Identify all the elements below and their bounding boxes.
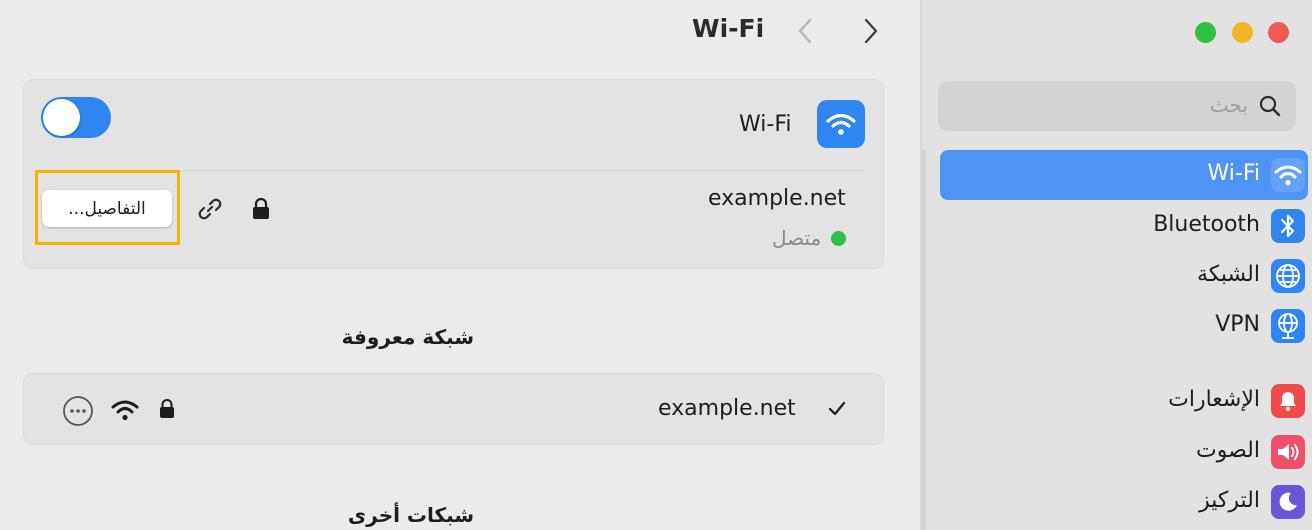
sidebar-item-notifications[interactable]: الإشعارات xyxy=(940,376,1308,426)
forward-button[interactable] xyxy=(858,14,884,48)
moon-icon xyxy=(1271,485,1305,519)
connected-network-name: example.net xyxy=(708,186,846,211)
search-placeholder: بحث xyxy=(1209,93,1248,117)
sidebar-item-label: Wi-Fi xyxy=(1207,161,1261,186)
details-button[interactable]: التفاصيل... xyxy=(42,190,172,227)
wifi-tile-icon xyxy=(817,100,865,148)
connection-status: متصل xyxy=(772,226,847,250)
status-dot-icon xyxy=(831,230,847,246)
page-title: Wi-Fi xyxy=(692,14,765,43)
wifi-toggle[interactable] xyxy=(41,97,111,138)
other-networks-title: شبكات أخرى xyxy=(347,503,474,527)
lock-icon xyxy=(160,399,174,418)
wifi-label: Wi-Fi xyxy=(739,112,792,137)
wifi-card: Wi-Fi التفاصيل... example.net متصل xyxy=(23,79,884,269)
sidebar-item-label: الشبكة xyxy=(1196,262,1260,287)
sidebar: بحث Wi-Fi Bluetooth الشبكة VPN الإشعارات… xyxy=(922,0,1312,530)
bell-icon xyxy=(1271,384,1305,418)
sidebar-item-label: التركيز xyxy=(1199,488,1260,513)
vpn-globe-icon xyxy=(1271,309,1305,343)
back-button[interactable] xyxy=(792,14,818,48)
sidebar-item-label: الصوت xyxy=(1196,438,1260,463)
toggle-knob xyxy=(43,99,80,136)
search-icon xyxy=(1259,95,1281,117)
wifi-signal-icon xyxy=(111,400,139,421)
sidebar-item-label: الإشعارات xyxy=(1168,387,1260,412)
close-button[interactable] xyxy=(1268,22,1289,43)
known-network-name: example.net xyxy=(658,396,796,421)
search-input[interactable]: بحث xyxy=(938,81,1296,131)
sidebar-item-vpn[interactable]: VPN xyxy=(940,301,1308,351)
sidebar-item-label: VPN xyxy=(1215,312,1260,337)
chevron-left-icon xyxy=(798,18,812,44)
sidebar-item-sound[interactable]: الصوت xyxy=(940,427,1308,477)
main-pane: Wi-Fi Wi-Fi التفاصيل... example.net متصل… xyxy=(0,0,920,530)
sidebar-item-focus[interactable]: التركيز xyxy=(940,477,1308,527)
bluetooth-icon xyxy=(1271,209,1305,243)
link-icon[interactable] xyxy=(196,195,224,223)
minimize-button[interactable] xyxy=(1232,22,1253,43)
sidebar-item-bluetooth[interactable]: Bluetooth xyxy=(940,201,1308,251)
known-networks-title: شبكة معروفة xyxy=(341,325,474,349)
sidebar-edge xyxy=(922,150,926,530)
sidebar-item-wifi[interactable]: Wi-Fi xyxy=(940,150,1308,200)
chevron-right-icon xyxy=(864,18,878,44)
known-network-row[interactable]: example.net xyxy=(23,373,884,445)
lock-icon xyxy=(253,197,269,219)
globe-icon xyxy=(1271,259,1305,293)
zoom-button[interactable] xyxy=(1195,22,1216,43)
checkmark-icon xyxy=(828,401,846,416)
speaker-icon xyxy=(1271,435,1305,469)
more-icon[interactable] xyxy=(62,395,94,427)
wifi-icon xyxy=(1271,158,1305,192)
sidebar-item-network[interactable]: الشبكة xyxy=(940,251,1308,301)
sidebar-item-label: Bluetooth xyxy=(1153,212,1260,237)
status-text: متصل xyxy=(772,226,822,250)
